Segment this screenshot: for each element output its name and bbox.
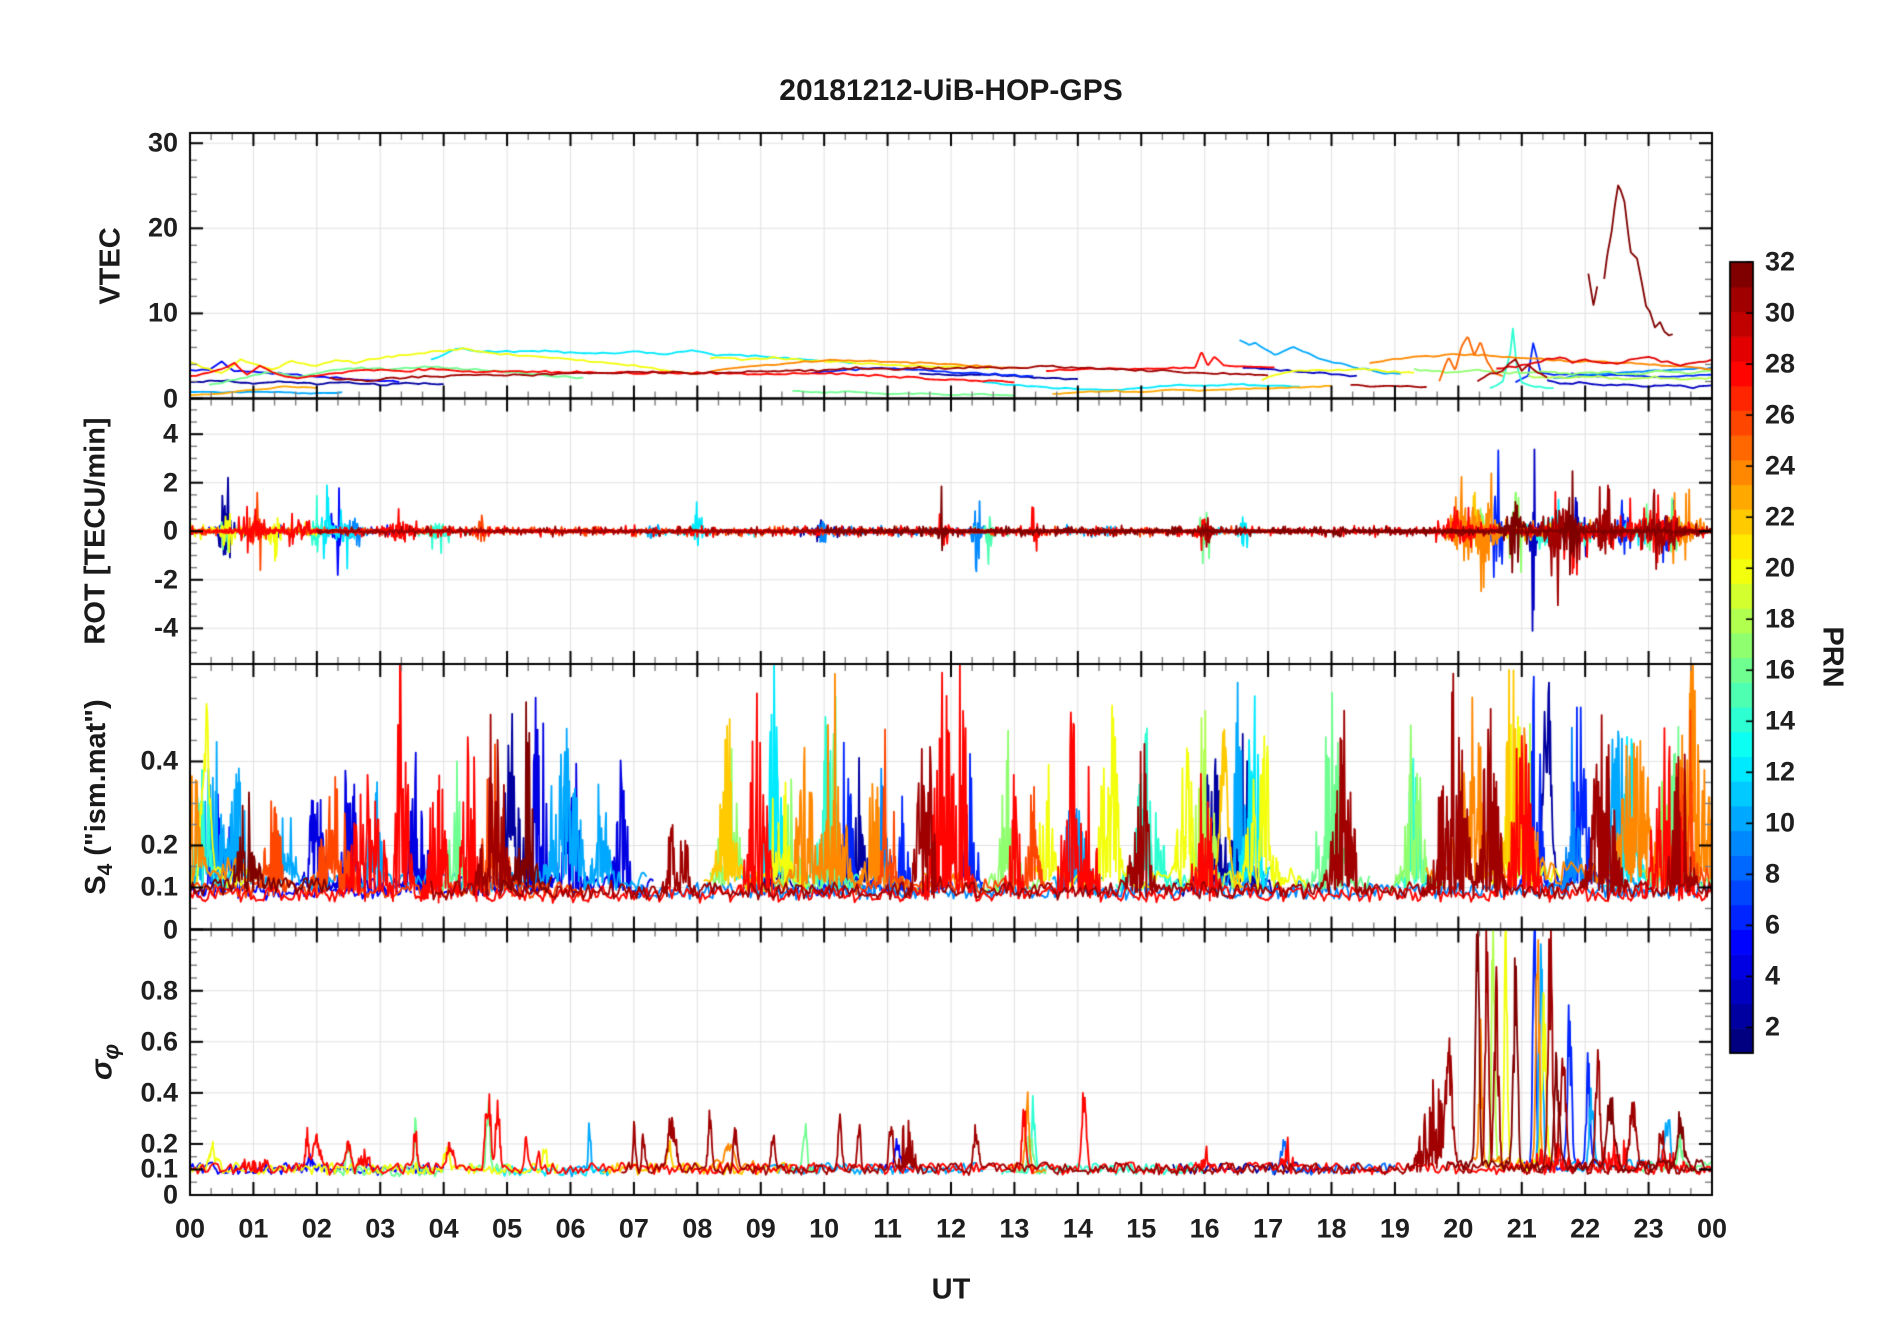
- colorbar-tick-label: 6: [1765, 909, 1781, 940]
- y-tick-label: 0.2: [140, 1128, 178, 1159]
- x-tick-label: 02: [301, 1213, 332, 1244]
- ylabel-s4-rest: ("ism.mat"): [80, 699, 113, 864]
- y-tick-label: 0.1: [140, 871, 178, 902]
- x-tick-label: 06: [555, 1213, 586, 1244]
- x-tick-label: 03: [365, 1213, 396, 1244]
- y-tick-label: 0.8: [140, 975, 178, 1006]
- ylabel-rot: ROT [TECU/min]: [79, 417, 112, 645]
- y-tick-label: 0: [162, 383, 178, 413]
- colorbar-tick-label: 20: [1765, 552, 1796, 583]
- colorbar-tick-label: 8: [1765, 858, 1781, 889]
- x-tick-label: 23: [1633, 1213, 1664, 1244]
- x-tick-label: 11: [873, 1213, 902, 1244]
- chart-title: 20181212-UiB-HOP-GPS: [779, 74, 1123, 107]
- y-tick-label: 20: [147, 212, 178, 243]
- x-tick-label: 04: [428, 1213, 459, 1244]
- colorbar-tick-label: 4: [1765, 960, 1781, 991]
- ylabel-s4: S4 ("ism.mat"): [80, 699, 118, 894]
- y-tick-label: 0.6: [140, 1026, 178, 1057]
- x-tick-label: 17: [1253, 1213, 1284, 1244]
- x-tick-label: 12: [935, 1213, 967, 1244]
- colorbar-tick-label: 30: [1765, 297, 1796, 328]
- figure: 20181212-UiB-HOP-GPS VTEC ROT [TECU/min]…: [0, 0, 1902, 1330]
- x-tick-label: 20: [1443, 1213, 1474, 1244]
- y-tick-label: 2: [162, 467, 178, 498]
- x-tick-label: 19: [1379, 1213, 1410, 1244]
- x-tick-label: 05: [492, 1213, 523, 1244]
- y-tick-label: 4: [162, 418, 178, 449]
- x-tick-label: 00: [174, 1213, 206, 1244]
- x-tick-label: 00: [1696, 1213, 1728, 1244]
- ylabel-s4-sub: 4: [93, 863, 117, 876]
- colorbar-tick-label: 16: [1765, 654, 1796, 685]
- x-tick-label: 18: [1316, 1213, 1347, 1244]
- x-tick-label: 13: [999, 1213, 1030, 1244]
- x-tick-label: 22: [1570, 1213, 1601, 1244]
- x-tick-label: 16: [1189, 1213, 1220, 1244]
- y-tick-label: 0: [162, 914, 178, 944]
- x-tick-label: 07: [618, 1213, 649, 1244]
- colorbar-label: PRN: [1816, 626, 1849, 688]
- x-tick-label: 08: [682, 1213, 713, 1244]
- y-tick-label: 0: [162, 515, 178, 546]
- colorbar-tick-label: 14: [1765, 705, 1796, 736]
- x-tick-label: 10: [809, 1213, 840, 1244]
- colorbar-tick-label: 26: [1765, 399, 1796, 430]
- colorbar-tick-label: 32: [1765, 246, 1796, 277]
- y-tick-label: -4: [153, 612, 178, 643]
- colorbar-tick-label: 2: [1765, 1011, 1781, 1042]
- ylabel-sigma-phi: σφ: [83, 1044, 124, 1080]
- colorbar-tick-label: 22: [1765, 501, 1796, 532]
- colorbar-tick-label: 28: [1765, 348, 1796, 379]
- phi-subscript: φ: [98, 1043, 124, 1060]
- colorbar-tick-label: 24: [1765, 450, 1796, 481]
- colorbar-tick-label: 12: [1765, 756, 1796, 787]
- x-tick-label: 01: [238, 1213, 269, 1244]
- plot-canvas: [0, 0, 1902, 1330]
- y-tick-label: -2: [153, 564, 178, 595]
- ylabel-s4-main: S: [80, 875, 113, 895]
- colorbar-tick-label: 10: [1765, 807, 1796, 838]
- y-tick-label: 10: [147, 297, 178, 328]
- y-tick-label: 0.4: [140, 745, 178, 776]
- x-tick-label: 09: [745, 1213, 776, 1244]
- sigma-symbol: σ: [83, 1059, 119, 1081]
- x-tick-label: 15: [1126, 1213, 1157, 1244]
- x-tick-label: 21: [1506, 1213, 1537, 1244]
- colorbar-tick-label: 18: [1765, 603, 1796, 634]
- y-tick-label: 0.2: [140, 829, 178, 860]
- y-tick-label: 30: [147, 127, 178, 158]
- y-tick-label: 0.4: [140, 1077, 178, 1108]
- xlabel: UT: [931, 1273, 971, 1306]
- x-tick-label: 14: [1062, 1213, 1093, 1244]
- ylabel-vtec: VTEC: [94, 227, 127, 305]
